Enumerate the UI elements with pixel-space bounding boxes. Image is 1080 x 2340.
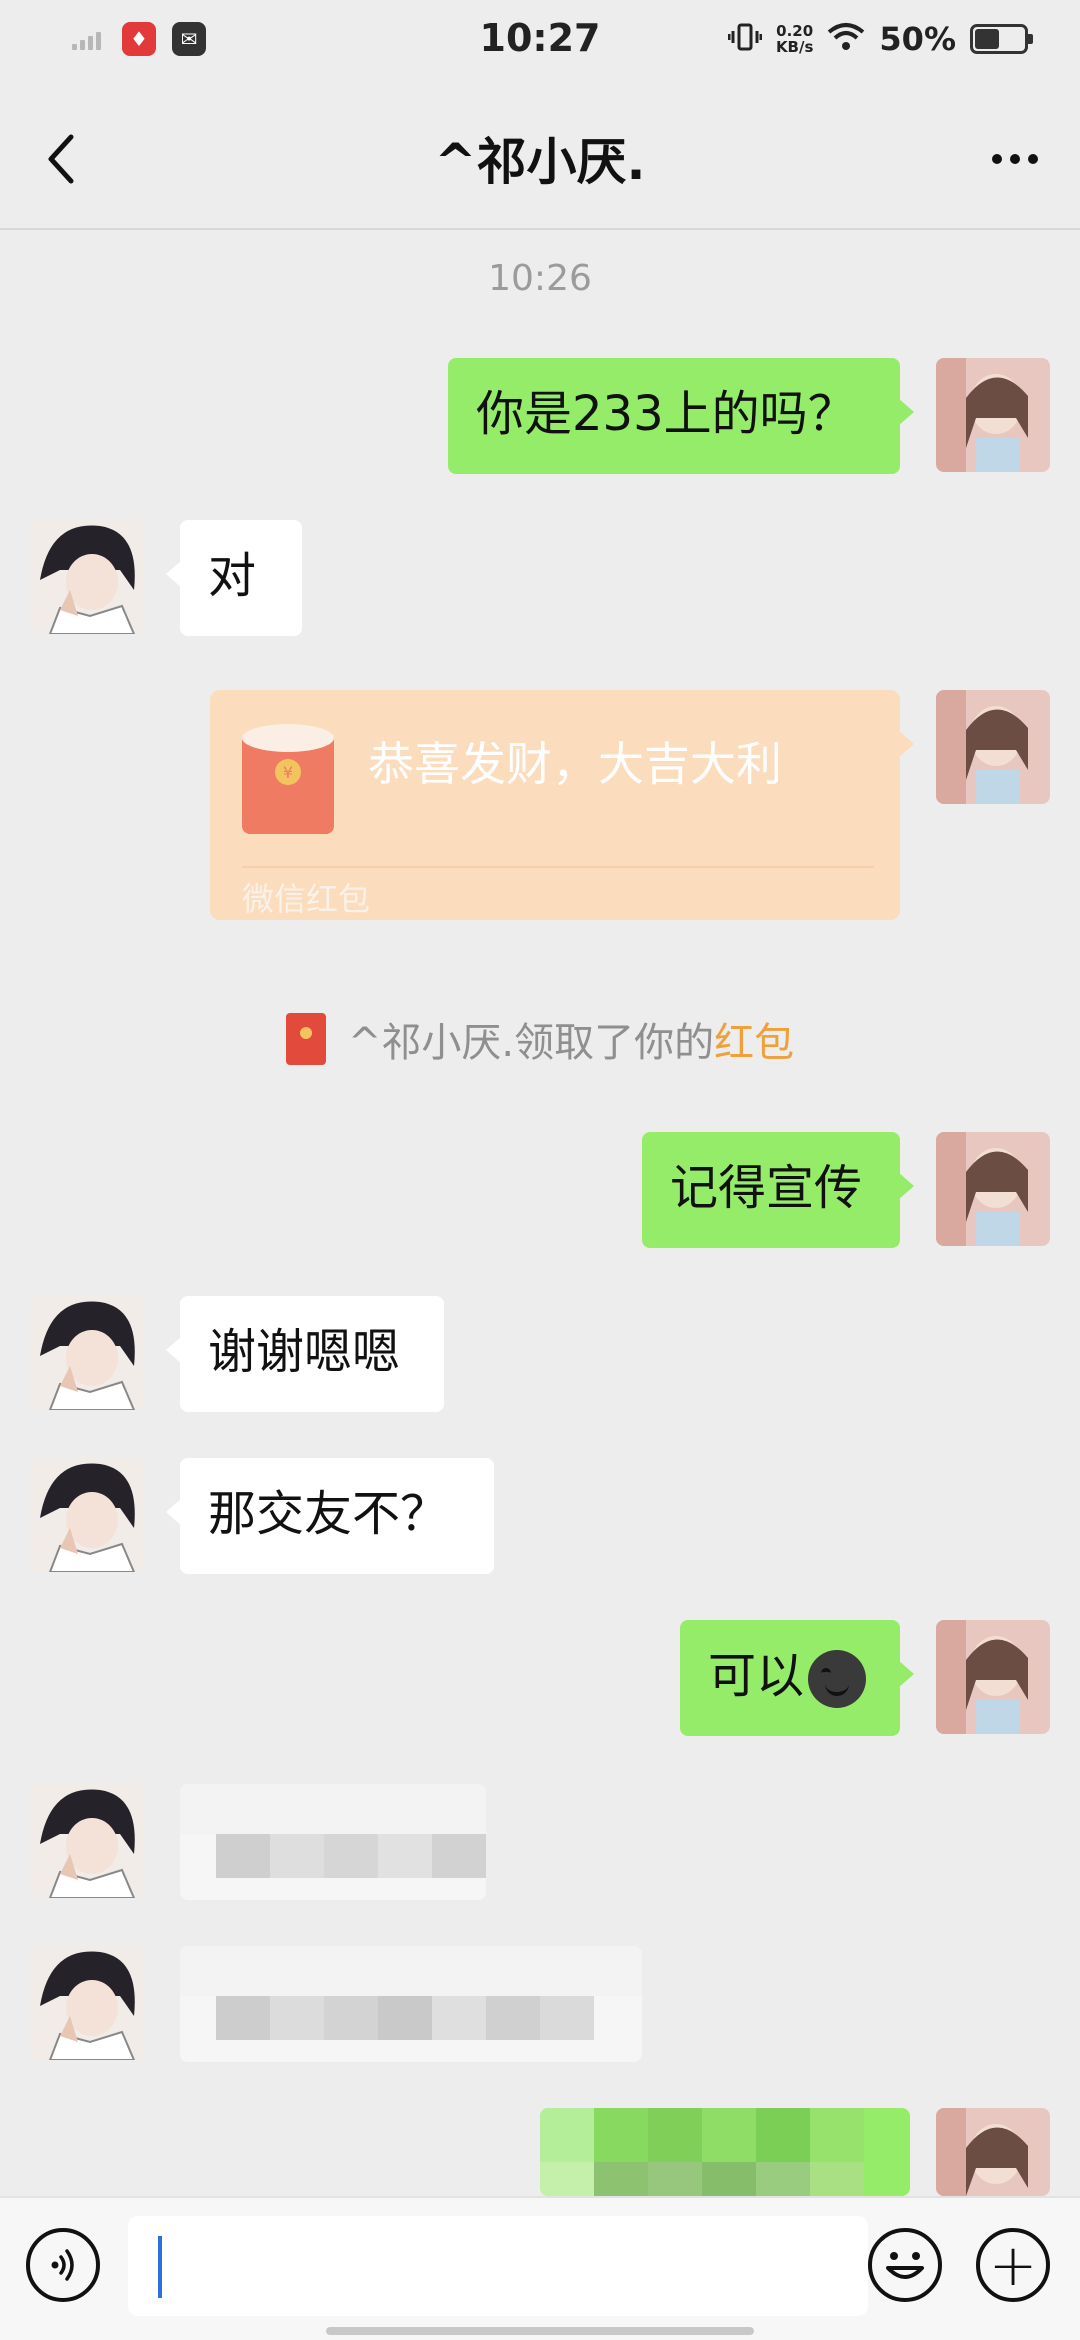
- battery-percent: 50%: [879, 20, 956, 58]
- blurred-message[interactable]: [180, 1784, 486, 1900]
- sent-message[interactable]: 你是233上的吗？: [448, 358, 914, 474]
- wifi-icon: [827, 22, 865, 56]
- voice-icon: [51, 2249, 74, 2281]
- message-text: 可以: [708, 1648, 805, 1704]
- svg-text:¥: ¥: [283, 763, 293, 782]
- contact-avatar[interactable]: [30, 1296, 144, 1410]
- received-message[interactable]: 那交友不？: [166, 1458, 494, 1574]
- message-text: 你是233上的吗？: [476, 386, 856, 442]
- contact-avatar[interactable]: [30, 1458, 144, 1572]
- status-bar: ♦ ✉ 10:27 0.20 KB/s 50%: [0, 0, 1080, 84]
- message-timestamp: 10:26: [488, 258, 592, 299]
- contact-avatar[interactable]: [30, 1946, 144, 2060]
- blurred-message[interactable]: [540, 2108, 910, 2196]
- my-avatar[interactable]: [936, 690, 1050, 804]
- received-message[interactable]: 谢谢嗯嗯: [166, 1296, 444, 1412]
- my-avatar[interactable]: [936, 1620, 1050, 1734]
- plus-icon: +: [988, 2231, 1038, 2299]
- text-cursor: [158, 2236, 162, 2298]
- smirk-emoji-icon: [808, 1650, 867, 1708]
- received-message[interactable]: 对: [166, 520, 302, 636]
- message-text: 记得宣传: [670, 1160, 863, 1216]
- message-input[interactable]: [128, 2216, 868, 2316]
- chat-header: ^祁小厌.: [0, 84, 1080, 230]
- voice-button[interactable]: [26, 2228, 100, 2302]
- more-button[interactable]: [980, 124, 1050, 194]
- my-avatar[interactable]: [936, 358, 1050, 472]
- red-packet-link[interactable]: 红包: [714, 1020, 794, 1066]
- red-packet-divider: [242, 866, 874, 868]
- message-text: 对: [208, 548, 257, 604]
- message-text: 谢谢嗯嗯: [208, 1324, 401, 1380]
- net-speed-value: 0.20: [776, 22, 814, 40]
- emoji-button[interactable]: [868, 2228, 942, 2302]
- sent-message[interactable]: 可以: [680, 1620, 914, 1736]
- vibrate-icon: [727, 22, 763, 56]
- message-text: 那交友不？: [208, 1486, 449, 1542]
- blurred-message[interactable]: [180, 1946, 642, 2062]
- contact-avatar[interactable]: [30, 520, 144, 634]
- red-packet-label: 微信红包: [242, 880, 371, 918]
- red-envelope-icon: ¥: [242, 724, 334, 834]
- red-packet-message[interactable]: ¥ 恭喜发财，大吉大利 微信红包: [210, 690, 914, 920]
- status-right: 0.20 KB/s 50%: [727, 20, 1033, 58]
- red-packet-greeting: 恭喜发财，大吉大利: [368, 737, 782, 791]
- net-speed: 0.20 KB/s: [776, 23, 813, 55]
- net-speed-unit: KB/s: [775, 38, 814, 56]
- chat-title: ^祁小厌.: [434, 133, 646, 191]
- system-notice: ^祁小厌.领取了你的红包: [0, 1010, 1080, 1068]
- system-notice-text: ^祁小厌.领取了你的: [347, 1020, 715, 1066]
- more-dots-icon: [992, 154, 1002, 164]
- sent-message[interactable]: 记得宣传: [642, 1132, 914, 1248]
- plus-button[interactable]: +: [976, 2228, 1050, 2302]
- chat-screen: ♦ ✉ 10:27 0.20 KB/s 50% ^祁小厌. 10:26 你是23…: [0, 0, 1080, 2340]
- my-avatar[interactable]: [936, 1132, 1050, 1246]
- input-bar: +: [0, 2196, 1080, 2340]
- my-avatar[interactable]: [936, 2108, 1050, 2196]
- battery-icon: [970, 24, 1033, 54]
- red-packet-icon: [285, 1013, 326, 1065]
- emoji-icon: [886, 2252, 924, 2279]
- home-indicator[interactable]: [326, 2327, 754, 2335]
- contact-avatar[interactable]: [30, 1784, 144, 1898]
